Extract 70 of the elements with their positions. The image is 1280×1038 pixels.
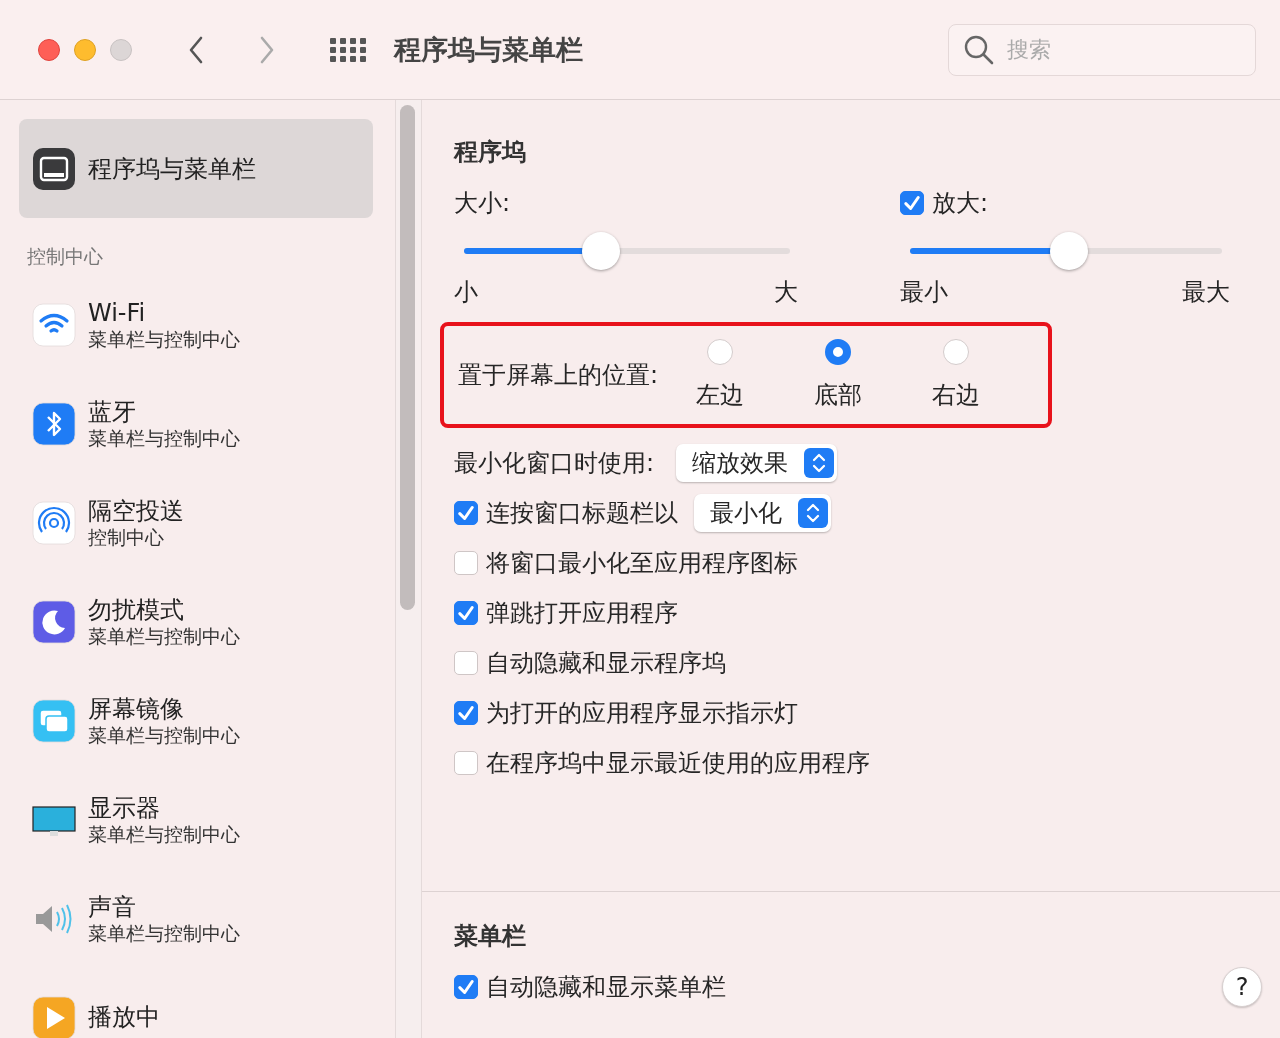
play-icon [32, 995, 76, 1038]
popup-button[interactable]: 最小化 [694, 494, 831, 532]
section-heading: 程序坞 [454, 137, 527, 168]
checkbox-label: 在程序坞中显示最近使用的应用程序 [486, 748, 870, 779]
checkbox[interactable] [454, 651, 478, 675]
sidebar-item-subtitle: 菜单栏与控制中心 [88, 921, 240, 945]
radio-label: 左边 [696, 380, 745, 411]
back-icon[interactable] [188, 35, 204, 64]
search-field[interactable]: 搜索 [948, 23, 1256, 76]
bluetooth-icon [32, 401, 76, 446]
airdrop-icon [32, 500, 76, 545]
slider-thumb[interactable] [581, 232, 620, 270]
popup-label: 最小化窗口时使用: [454, 448, 655, 479]
checkbox-label: 弹跳打开应用程序 [486, 598, 678, 629]
minimize-button[interactable] [74, 38, 96, 61]
slider-label: 大小: [454, 188, 511, 219]
radio-label: 右边 [932, 380, 981, 411]
checkbox[interactable] [454, 975, 478, 999]
checkbox[interactable] [454, 501, 478, 525]
checkbox[interactable] [454, 751, 478, 775]
sidebar-item-title[interactable]: 勿扰模式 [88, 595, 240, 625]
section-label: 控制中心 [27, 244, 104, 269]
radio-button[interactable] [943, 339, 970, 365]
sidebar-item-title[interactable]: 声音 [88, 892, 240, 922]
checkbox[interactable] [900, 191, 924, 215]
sidebar-item-title[interactable]: 播放中 [88, 1003, 160, 1032]
zoom-button[interactable] [110, 38, 132, 61]
sidebar-item-subtitle: 控制中心 [88, 525, 165, 549]
sidebar-item-title[interactable]: 显示器 [88, 793, 240, 823]
sidebar-item-title[interactable]: 屏幕镜像 [88, 694, 240, 724]
checkbox-label: 将窗口最小化至应用程序图标 [486, 548, 798, 579]
checkbox[interactable] [454, 601, 478, 625]
checkbox[interactable] [454, 551, 478, 575]
position-label: 置于屏幕上的位置: [458, 360, 659, 391]
sidebar-item-title[interactable]: 蓝牙 [88, 397, 240, 427]
mirror-icon [32, 698, 76, 743]
slider-max-label: 最大 [1182, 277, 1230, 308]
radio-button[interactable] [825, 339, 852, 365]
sidebar-item-subtitle: 菜单栏与控制中心 [88, 624, 240, 648]
checkbox-label: 放大: [932, 188, 989, 219]
close-button[interactable] [38, 38, 60, 61]
window-title: 程序坞与菜单栏 [394, 32, 583, 67]
popup-button[interactable]: 缩放效果 [676, 444, 838, 482]
scrollbar[interactable] [395, 100, 422, 1038]
sidebar-item-subtitle: 菜单栏与控制中心 [88, 822, 240, 846]
grid-icon[interactable] [330, 37, 366, 62]
radio-button[interactable] [707, 339, 734, 365]
dock-icon [32, 146, 76, 191]
slider-thumb[interactable] [1050, 232, 1089, 270]
checkbox-label: 连按窗口标题栏以 [486, 498, 678, 529]
radio-label: 底部 [814, 380, 863, 411]
slider-min-label: 最小 [900, 277, 948, 308]
slider-max-label: 大 [774, 277, 798, 308]
wifi-icon [32, 302, 76, 347]
checkbox-label: 自动隐藏和显示菜单栏 [486, 972, 726, 1003]
section-heading: 菜单栏 [454, 921, 527, 952]
sidebar-item[interactable]: 程序坞与菜单栏 [19, 119, 373, 218]
sidebar-item-title[interactable]: 隔空投送 [88, 496, 184, 526]
focus-icon [32, 599, 76, 644]
sidebar-item-title[interactable]: Wi-Fi [88, 298, 240, 328]
checkbox-label: 自动隐藏和显示程序坞 [486, 648, 726, 679]
slider-min-label: 小 [454, 277, 478, 308]
sidebar-item-subtitle: 菜单栏与控制中心 [88, 426, 240, 450]
stepper-icon [804, 448, 835, 478]
sidebar-item-subtitle: 菜单栏与控制中心 [88, 723, 240, 747]
help-button[interactable]: ? [1222, 967, 1262, 1007]
checkbox[interactable] [454, 701, 478, 725]
stepper-icon [798, 498, 828, 528]
sidebar-item-subtitle: 菜单栏与控制中心 [88, 327, 240, 351]
checkbox-label: 为打开的应用程序显示指示灯 [486, 698, 798, 729]
